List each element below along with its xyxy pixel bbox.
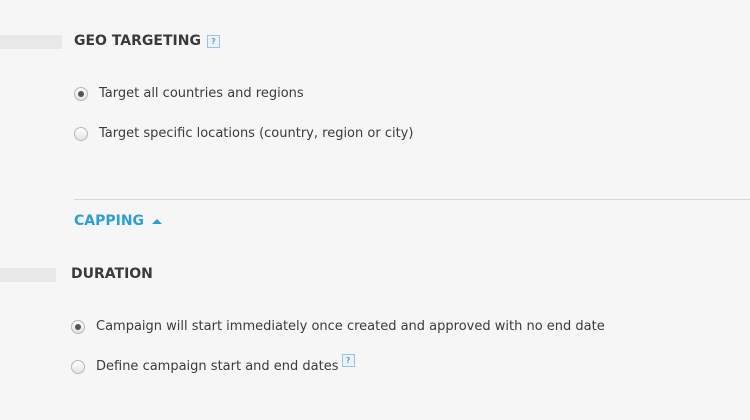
radio-button-checked[interactable] [71,319,85,334]
geo-targeting-title: GEO TARGETING [74,33,201,49]
capping-label: CAPPING [74,213,145,229]
radio-target-specific[interactable]: Target specific locations (country, regi… [74,126,413,141]
geo-targeting-heading: GEO TARGETING? [74,33,220,49]
radio-start-immediately[interactable]: Campaign will start immediately once cre… [71,319,605,334]
duration-title: DURATION [71,266,153,282]
help-icon[interactable]: ? [206,34,220,48]
duration-heading: DURATION [71,266,153,282]
campaign-settings-panel: GEO TARGETING? Target all countries and … [0,0,750,420]
caret-up-icon [152,219,163,224]
radio-button-unchecked[interactable] [74,126,88,141]
radio-label-target-all: Target all countries and regions [99,86,304,101]
radio-label-start-immediately: Campaign will start immediately once cre… [96,319,605,334]
radio-target-all[interactable]: Target all countries and regions [74,86,304,101]
left-margin-strip [0,35,62,49]
help-icon[interactable]: ? [341,354,355,367]
radio-label-define-dates: Define campaign start and end dates [96,359,339,374]
capping-toggle[interactable]: CAPPING [74,213,163,229]
radio-define-dates[interactable]: Define campaign start and end dates ? [71,354,355,374]
radio-label-target-specific: Target specific locations (country, regi… [99,126,414,141]
radio-button-unchecked[interactable] [71,359,85,374]
section-divider [74,199,750,200]
radio-button-checked[interactable] [74,86,88,101]
left-margin-strip-2 [0,268,56,282]
